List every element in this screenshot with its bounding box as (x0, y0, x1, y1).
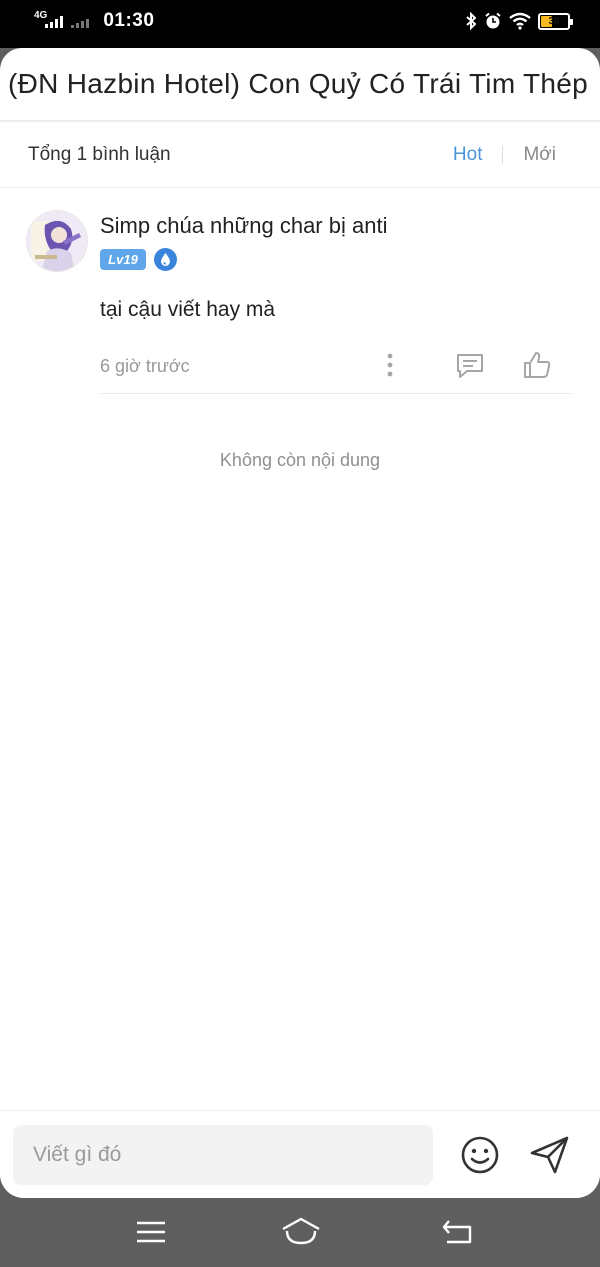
wifi-icon (509, 12, 531, 30)
status-bar: 4G 01:30 38 (0, 0, 600, 48)
comments-sheet: (ĐN Hazbin Hotel) Con Quỷ Có Trái Tim Th… (0, 48, 600, 1198)
more-options-icon[interactable] (385, 352, 395, 378)
comment-timestamp: 6 giờ trước (100, 356, 190, 376)
alarm-icon (485, 12, 501, 29)
water-drop-badge-icon (154, 248, 177, 271)
comment-text: tại cậu viết hay mà (100, 298, 276, 321)
system-nav-bar (0, 1198, 600, 1267)
tab-divider (502, 146, 504, 164)
level-badge: Lv19 (100, 249, 146, 270)
comment-composer (0, 1110, 600, 1198)
comment-count: Tổng 1 bình luận (28, 143, 171, 165)
send-icon[interactable] (529, 1135, 571, 1175)
signal-icon-sim2 (71, 14, 90, 28)
back-icon[interactable] (441, 1219, 473, 1245)
like-icon[interactable] (522, 350, 552, 380)
battery-icon: 38 (538, 12, 573, 30)
network-type: 4G (34, 9, 48, 21)
story-title-bar: (ĐN Hazbin Hotel) Con Quỷ Có Trái Tim Th… (0, 48, 600, 122)
emoji-icon[interactable] (460, 1135, 500, 1175)
reply-icon[interactable] (455, 352, 485, 380)
comments-summary: Tổng 1 bình luận Hot Mới (0, 122, 600, 188)
user-avatar[interactable] (26, 210, 88, 272)
story-title: (ĐN Hazbin Hotel) Con Quỷ Có Trái Tim Th… (8, 68, 589, 99)
comment-divider (100, 393, 572, 394)
signal-icon (45, 14, 64, 28)
comment-item: Simp chúa những char bị anti Lv19 tại cậ… (0, 188, 600, 394)
clock: 01:30 (103, 10, 155, 31)
sort-new-tab[interactable]: Mới (523, 144, 556, 166)
sort-hot-tab[interactable]: Hot (453, 144, 483, 166)
home-icon[interactable] (281, 1217, 321, 1245)
end-of-list-text: Không còn nội dung (219, 450, 381, 470)
comment-username[interactable]: Simp chúa những char bị anti (100, 213, 387, 239)
bluetooth-icon (466, 12, 477, 30)
comment-input[interactable] (13, 1125, 433, 1185)
menu-icon[interactable] (136, 1220, 166, 1244)
sort-tabs: Hot Mới (453, 122, 556, 188)
battery-level: 38 (548, 15, 560, 27)
